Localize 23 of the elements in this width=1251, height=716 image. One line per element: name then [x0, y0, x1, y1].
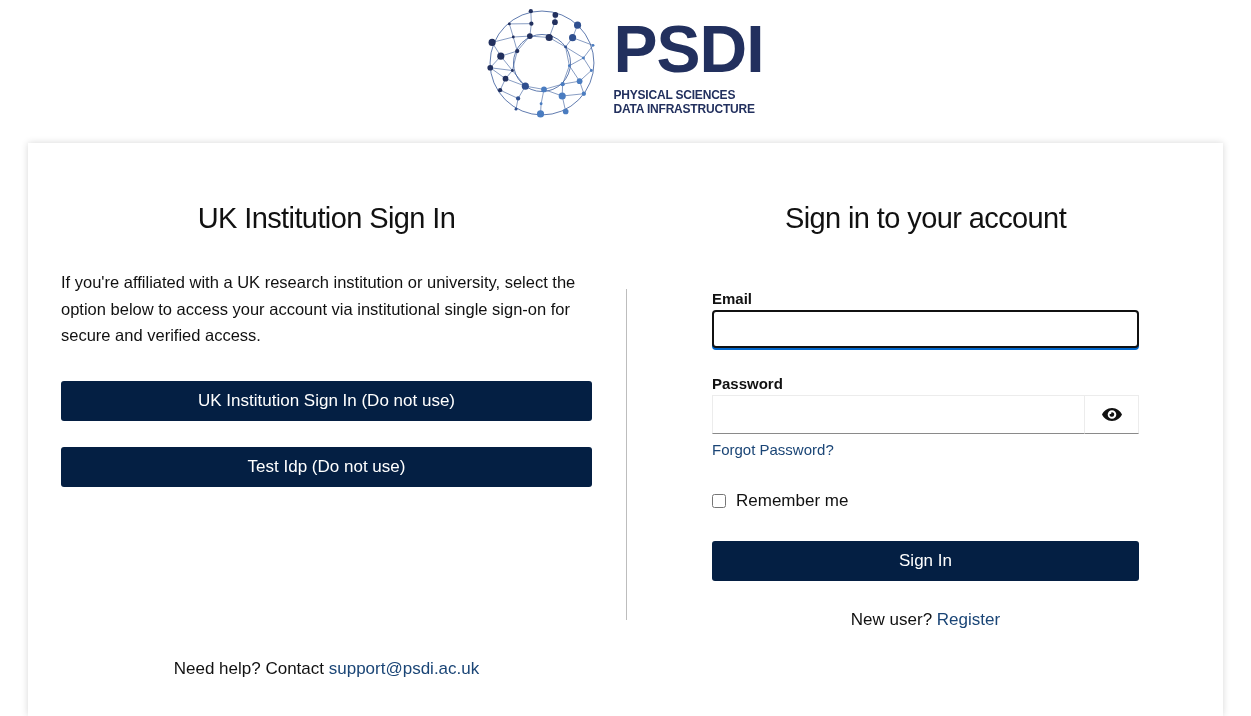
eye-icon — [1101, 408, 1122, 421]
logo-tagline: DATA INFRASTRUCTURE — [613, 102, 756, 116]
field-label: Email — [712, 289, 753, 309]
institution-sign-in-button[interactable]: Test Idp (Do not use) — [61, 446, 592, 487]
institution-sign-in-button[interactable]: UK Institution Sign In (Do not use) — [61, 380, 592, 421]
show-password-button[interactable] — [1085, 395, 1139, 434]
register-link[interactable]: Register — [936, 610, 1001, 629]
password-field[interactable] — [712, 395, 1085, 434]
panel-heading: Sign in to your account — [784, 201, 1067, 236]
network-ring-logo-icon — [487, 8, 598, 118]
sign-in-button[interactable]: Sign In — [712, 541, 1139, 581]
support-email-link[interactable]: support@psdi.ac.uk — [328, 658, 480, 678]
field-label: Password — [712, 374, 783, 394]
remember-me-label[interactable]: Remember me — [736, 490, 849, 512]
remember-me-checkbox[interactable] — [712, 494, 726, 508]
email-field[interactable] — [712, 310, 1139, 348]
forgot-password-link[interactable]: Forgot Password? — [712, 440, 834, 460]
register-prompt: New user? Register — [850, 609, 1001, 631]
panel-heading: UK Institution Sign In — [197, 201, 456, 236]
logo-wordmark: PSDI — [613, 16, 764, 82]
help-text: Need help? Contact support@psdi.ac.uk — [173, 657, 480, 680]
institution-description: If you're affiliated with a UK research institution or university, select the option below to access your account via institutional single sign-on for secure and verified access. — [61, 272, 577, 346]
logo-tagline: PHYSICAL SCIENCES — [613, 88, 737, 102]
